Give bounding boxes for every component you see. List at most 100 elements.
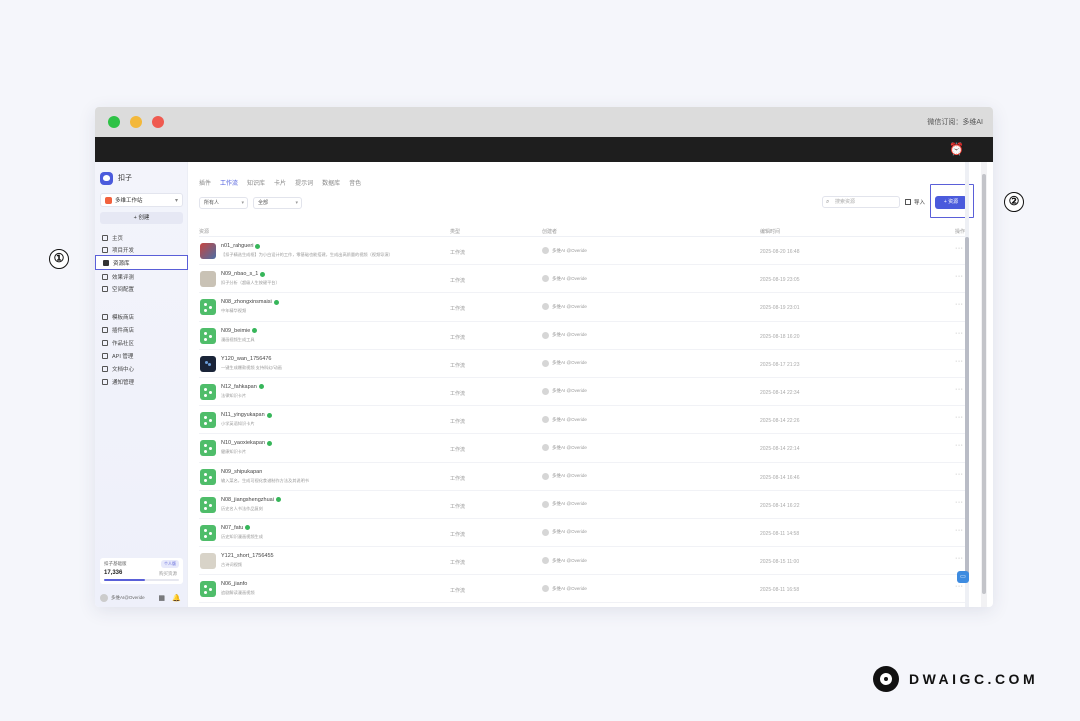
sidebar-item-label: 空间配置 xyxy=(112,287,135,293)
status-filter[interactable]: 全部 ▾ xyxy=(253,197,302,209)
creator-name: 多维AI @Overide xyxy=(552,303,587,309)
resource-name-text: Y121_short_1756455 xyxy=(221,553,274,560)
resource-creator: 多维AI @Overide xyxy=(542,247,587,254)
owner-filter[interactable]: 所有人 ▾ xyxy=(199,197,248,209)
resource-edit-time: 2025-08-14 22:26 xyxy=(760,418,800,425)
table-row[interactable]: N08_zhongxinsmaisi 中年精华视频 工作流 多维AI @Overide… xyxy=(199,293,969,322)
more-actions-icon[interactable]: ··· xyxy=(955,471,964,478)
sidebar-item-label: 文档中心 xyxy=(112,367,135,373)
resource-name[interactable]: N12_fahkapan xyxy=(221,384,264,390)
import-button[interactable]: 导入 xyxy=(905,198,925,206)
resource-name[interactable]: N09_shipukapan xyxy=(221,469,262,475)
workflow-thumbnail-icon xyxy=(200,271,216,288)
resource-name[interactable]: N10_yaoxiekapan xyxy=(221,440,273,446)
window-minimize-button[interactable] xyxy=(130,116,142,128)
alarm-clock-icon[interactable]: ⏰ xyxy=(949,142,964,156)
search-input[interactable]: ⌕ 搜索资源 xyxy=(822,196,900,208)
sidebar-item-template-store[interactable]: 模板商店 xyxy=(102,312,134,322)
avatar[interactable] xyxy=(100,594,108,602)
sidebar-item-projects[interactable]: 项目开发 xyxy=(102,245,134,255)
table-row[interactable]: N08_jiangshengzhuai 历史名人书法作品复刻 工作流 多维AI @Ov… xyxy=(199,491,969,519)
resource-type: 工作流 xyxy=(450,531,466,538)
table-row[interactable]: N10_yaoxiekapan 健康知识卡片 工作流 多维AI @Overide 202… xyxy=(199,434,969,463)
api-icon xyxy=(102,353,108,359)
tab-voices[interactable]: 音色 xyxy=(349,178,361,187)
tab-databases[interactable]: 数据库 xyxy=(322,178,340,187)
more-actions-icon[interactable]: ··· xyxy=(955,499,964,506)
sidebar-item-home[interactable]: 主页 xyxy=(102,233,123,243)
resource-description: 一键生成爆款视频 支持科幻/动画 xyxy=(221,364,282,370)
resource-name[interactable]: N11_yingyukapan xyxy=(221,412,272,418)
resource-name[interactable]: N09_beimie xyxy=(221,328,258,334)
resource-type: 工作流 xyxy=(450,390,466,397)
sidebar-item-api[interactable]: API 管理 xyxy=(102,351,133,361)
sidebar-item-docs[interactable]: 文档中心 xyxy=(102,364,134,374)
more-actions-icon[interactable]: ··· xyxy=(955,414,964,421)
more-actions-icon[interactable]: ··· xyxy=(955,442,964,449)
table-row[interactable]: N11_yingyukapan 小学英语知识卡片 工作流 多维AI @Overide 2… xyxy=(199,406,969,435)
resource-name[interactable]: Y120_wan_1756476 xyxy=(221,356,271,362)
chat-bubble-icon[interactable]: ▭ xyxy=(957,571,969,583)
resource-name[interactable]: N06_jianfo xyxy=(221,581,247,587)
table-row[interactable]: n01_rahgueri 【扣子精选生成框】为小白设计的工作，零基础也能搭建，生成… xyxy=(199,237,969,266)
more-actions-icon[interactable]: ··· xyxy=(955,527,964,534)
table-row[interactable]: N06_jianfo 追剧解读漫画视频 工作流 多维AI @Overide 2025-0… xyxy=(199,575,969,604)
tab-prompts[interactable]: 提示词 xyxy=(295,178,313,187)
more-actions-icon[interactable]: ··· xyxy=(955,583,964,590)
more-actions-icon[interactable]: ··· xyxy=(955,358,964,365)
table-row[interactable]: N07_fatu 历史知识漫画视频生成 工作流 多维AI @Overide 2025-0… xyxy=(199,519,969,548)
credit-panel[interactable]: 扣子基础版 个人版 17,336 购买资源 xyxy=(100,558,183,584)
watermark-text: DWAIGC.COM xyxy=(909,671,1039,687)
column-type: 类型 xyxy=(450,229,461,235)
resource-name[interactable]: Y121_short_1756455 xyxy=(221,553,274,559)
more-actions-icon[interactable]: ··· xyxy=(955,330,964,337)
window-scrollbar-thumb[interactable] xyxy=(982,174,986,594)
table-row[interactable]: N09_shipukapan 输入菜名，生成可视化食谱制作方法及其说明书 工作流 多维… xyxy=(199,463,969,491)
sidebar-item-library[interactable]: 资源库 xyxy=(95,255,188,270)
qr-code-icon[interactable]: ▦ xyxy=(158,594,165,602)
resource-name[interactable]: n01_rahgueri xyxy=(221,243,261,249)
table-row[interactable]: Y121_short_1756455 古诗词视频 工作流 多维AI @Overide 2… xyxy=(199,547,969,576)
avatar xyxy=(542,275,549,283)
resource-type: 工作流 xyxy=(450,419,466,426)
sidebar-item-community[interactable]: 作品社区 xyxy=(102,338,134,348)
table-row[interactable]: N09_nbao_s_1 扣子分析（超级人生按键平台） 工作流 多维AI @Overi… xyxy=(199,265,969,294)
more-actions-icon[interactable]: ··· xyxy=(955,555,964,562)
create-button[interactable]: + 创建 xyxy=(100,212,183,224)
list-scrollbar-thumb[interactable] xyxy=(965,237,969,577)
app-window: 微信订阅：多维AI ⏰ 扣子 多维工作站 ▾ + 创建 主页 项目开发 资源库 … xyxy=(95,107,993,607)
workflow-thumbnail-icon xyxy=(200,383,216,400)
sidebar-item-evaluation[interactable]: 效果评测 xyxy=(102,272,134,282)
annotation-marker-2: ② xyxy=(1004,192,1024,212)
sidebar-item-space-settings[interactable]: 空间配置 xyxy=(102,284,134,294)
table-row[interactable]: N12_fahkapan 法律知识卡片 工作流 多维AI @Overide 2025-0… xyxy=(199,378,969,407)
resource-name[interactable]: N09_nbao_s_1 xyxy=(221,271,266,277)
tab-knowledge[interactable]: 知识库 xyxy=(247,178,265,187)
brand-row[interactable]: 扣子 xyxy=(100,171,132,185)
bell-icon[interactable]: 🔔 xyxy=(172,594,181,602)
sidebar-item-plugin-store[interactable]: 插件商店 xyxy=(102,325,134,335)
buy-resource-link[interactable]: 购买资源 xyxy=(159,571,177,577)
resource-name[interactable]: N08_zhongxinsmaisi xyxy=(221,299,279,305)
window-scrollbar[interactable] xyxy=(981,162,987,607)
more-actions-icon[interactable]: ··· xyxy=(955,301,964,308)
more-actions-icon[interactable]: ··· xyxy=(955,245,964,252)
resource-name[interactable]: N07_fatu xyxy=(221,525,251,531)
sidebar-item-notifications[interactable]: 通知管理 xyxy=(102,377,134,387)
resource-edit-time: 2025-08-15 11:00 xyxy=(760,559,800,566)
new-resource-button[interactable]: + 资源 xyxy=(935,196,967,209)
more-actions-icon[interactable]: ··· xyxy=(955,273,964,280)
table-row[interactable]: Y120_wan_1756476 一键生成爆款视频 支持科幻/动画 工作流 多维AI … xyxy=(199,350,969,378)
window-close-button[interactable] xyxy=(152,116,164,128)
window-maximize-button[interactable] xyxy=(108,116,120,128)
avatar xyxy=(542,416,549,424)
tab-cards[interactable]: 卡片 xyxy=(274,178,286,187)
credit-value: 17,336 xyxy=(104,570,123,576)
table-row[interactable]: N09_beimie 漫画视频生成工具 工作流 多维AI @Overide 2025-0… xyxy=(199,322,969,350)
more-actions-icon[interactable]: ··· xyxy=(955,386,964,393)
workspace-select[interactable]: 多维工作站 ▾ xyxy=(100,193,183,207)
resource-name[interactable]: N08_jiangshengzhuai xyxy=(221,497,281,503)
tab-plugins[interactable]: 插件 xyxy=(199,178,211,187)
published-check-icon xyxy=(260,271,266,277)
tab-workflows[interactable]: 工作流 xyxy=(220,178,238,187)
